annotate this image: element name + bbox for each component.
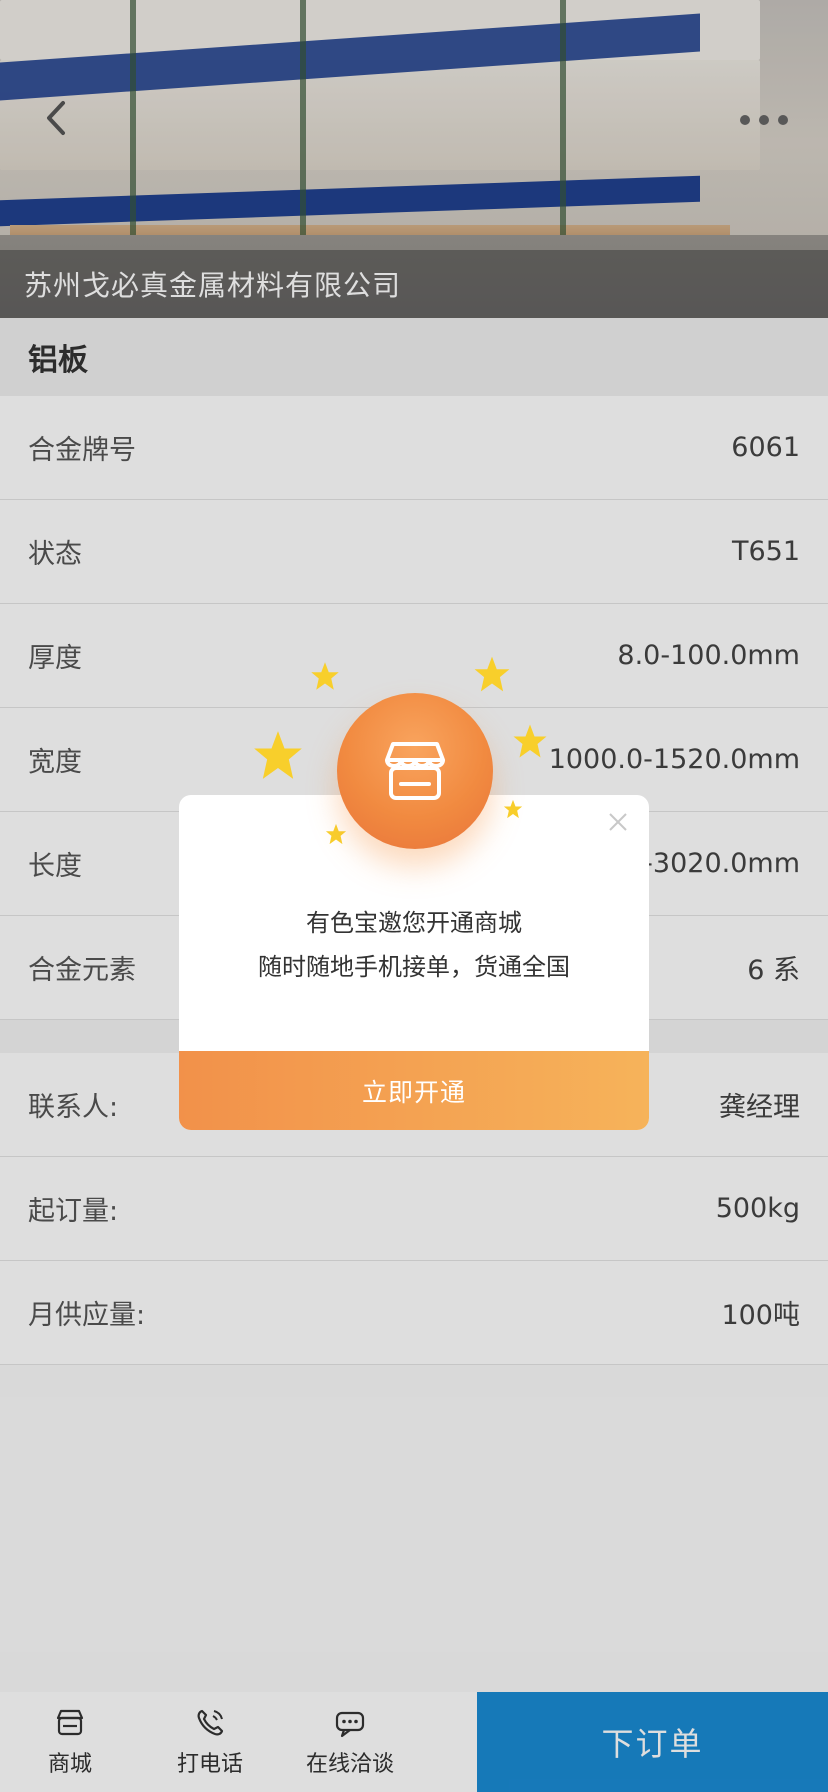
store-icon — [385, 742, 445, 800]
close-icon — [609, 813, 627, 831]
star-icon — [513, 724, 547, 758]
store-badge — [337, 693, 493, 849]
star-icon — [311, 662, 339, 690]
open-now-button[interactable]: 立即开通 — [179, 1051, 649, 1130]
star-icon — [474, 656, 510, 692]
star-icon — [503, 799, 523, 819]
star-icon — [254, 731, 302, 779]
star-icon — [325, 823, 347, 845]
modal-subline: 随时随地手机接单，货通全国 — [258, 953, 570, 981]
modal-headline: 有色宝邀您开通商城 — [306, 909, 522, 937]
modal-close-button[interactable] — [605, 809, 631, 835]
modal-badge-decoration — [245, 655, 585, 875]
